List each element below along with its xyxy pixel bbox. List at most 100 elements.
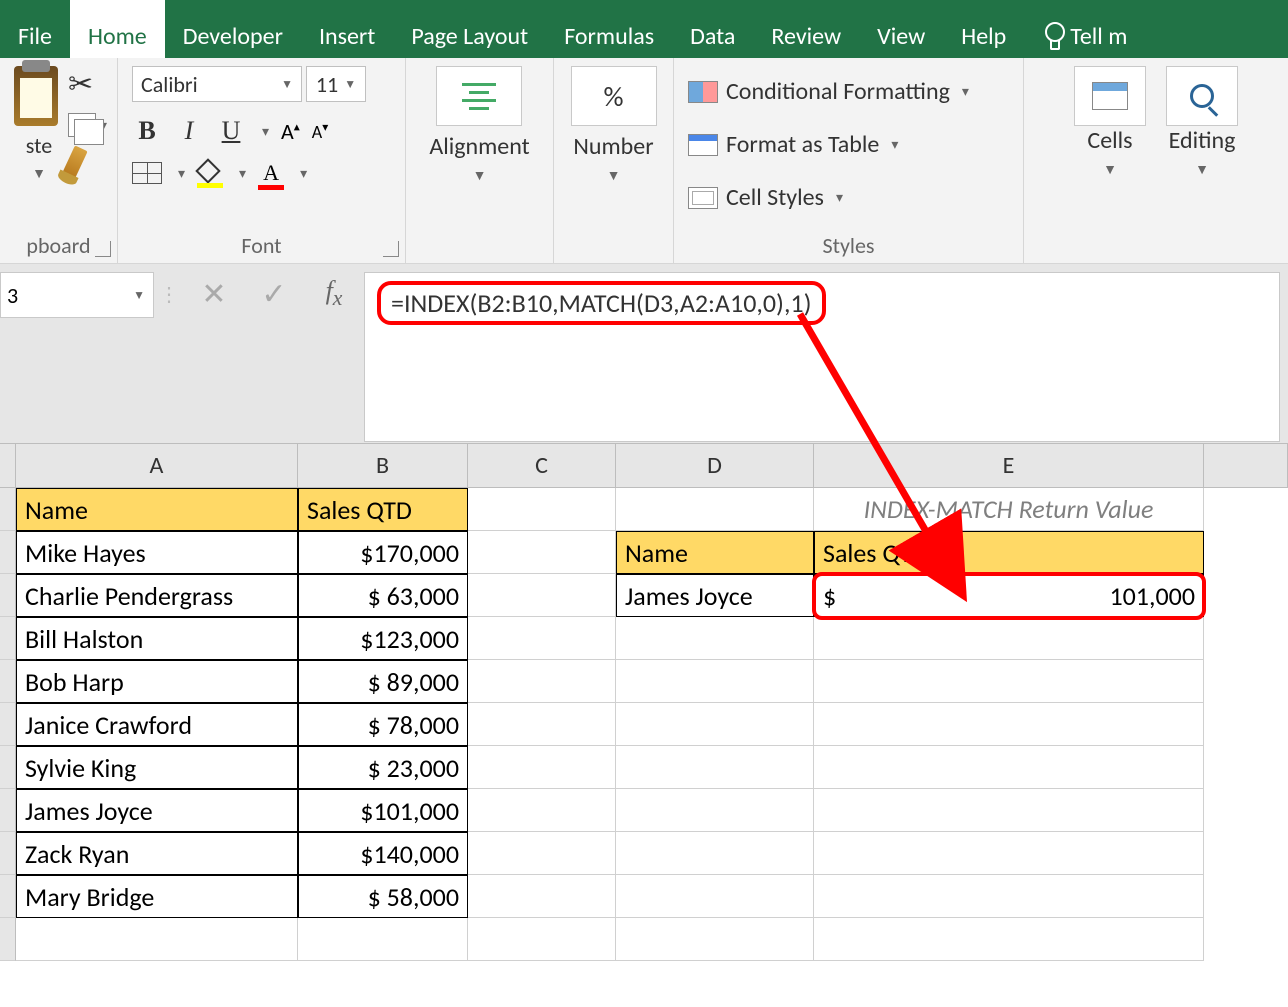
- group-number: % Number ▼: [554, 58, 674, 263]
- tab-formulas[interactable]: Formulas: [546, 0, 672, 58]
- cell-d2[interactable]: Name: [616, 531, 814, 574]
- cell-b2[interactable]: $170,000: [298, 531, 468, 574]
- worksheet-grid[interactable]: A B C D E Name Sales QTD INDEX-MATCH Ret…: [0, 444, 1288, 961]
- cell-c3[interactable]: [468, 574, 616, 617]
- formula-text: =INDEX(B2:B10,MATCH(D3,A2:A10,0),1): [377, 281, 826, 325]
- format-painter-icon[interactable]: [62, 145, 87, 178]
- cell-e2[interactable]: Sales QTD: [814, 531, 1204, 574]
- grid-body: Name Sales QTD INDEX-MATCH Return Value …: [0, 488, 1288, 961]
- cell-b9[interactable]: $140,000: [298, 832, 468, 875]
- editing-dropdown[interactable]: ▼: [1195, 161, 1209, 178]
- cell-e1[interactable]: INDEX-MATCH Return Value: [814, 488, 1204, 531]
- format-as-table-icon: [688, 134, 718, 156]
- cell-a6[interactable]: Janice Crawford: [16, 703, 298, 746]
- cell-b6[interactable]: $ 78,000: [298, 703, 468, 746]
- cells-button[interactable]: [1074, 66, 1146, 126]
- font-dialog-launcher[interactable]: [383, 241, 399, 257]
- tab-page-layout[interactable]: Page Layout: [393, 0, 546, 58]
- alignment-dropdown[interactable]: ▼: [473, 167, 487, 184]
- col-header-a[interactable]: A: [16, 444, 298, 487]
- cell-styles-button[interactable]: Cell Styles▾: [688, 176, 969, 219]
- cells-dropdown[interactable]: ▼: [1103, 161, 1117, 178]
- borders-button[interactable]: [132, 162, 162, 184]
- tab-view[interactable]: View: [859, 0, 943, 58]
- fx-button[interactable]: fx: [304, 264, 364, 324]
- select-all-corner[interactable]: [0, 444, 16, 487]
- alignment-label: Alignment: [429, 132, 529, 161]
- borders-dropdown[interactable]: ▾: [178, 165, 185, 182]
- tab-review[interactable]: Review: [753, 0, 859, 58]
- clipboard-dialog-launcher[interactable]: [95, 241, 111, 257]
- font-color-button[interactable]: A: [258, 160, 284, 186]
- font-name-combo[interactable]: Calibri▼: [132, 66, 302, 102]
- tab-help[interactable]: Help: [943, 0, 1024, 58]
- col-header-b[interactable]: B: [298, 444, 468, 487]
- paste-icon[interactable]: [14, 66, 58, 126]
- col-header-f[interactable]: [1204, 444, 1288, 487]
- cell-e3-value: 101,000: [1109, 580, 1195, 612]
- cell-b1[interactable]: Sales QTD: [298, 488, 468, 531]
- conditional-formatting-icon: [688, 81, 718, 103]
- paste-dropdown[interactable]: ▼: [32, 165, 46, 182]
- cell-a3[interactable]: Charlie Pendergrass: [16, 574, 298, 617]
- editing-label: Editing: [1169, 126, 1236, 155]
- cell-d3[interactable]: James Joyce: [616, 574, 814, 617]
- col-header-e[interactable]: E: [814, 444, 1204, 487]
- cell-e3[interactable]: $ 101,000: [814, 574, 1204, 617]
- cell-e3-currency: $: [823, 580, 836, 612]
- cell-a2[interactable]: Mike Hayes: [16, 531, 298, 574]
- font-color-dropdown[interactable]: ▾: [300, 165, 307, 182]
- cell-b3[interactable]: $ 63,000: [298, 574, 468, 617]
- col-header-d[interactable]: D: [616, 444, 814, 487]
- cancel-formula-button[interactable]: ✕: [184, 264, 244, 324]
- cell-b4[interactable]: $123,000: [298, 617, 468, 660]
- cell-a1[interactable]: Name: [16, 488, 298, 531]
- tab-file[interactable]: File: [0, 0, 70, 58]
- cells-label: Cells: [1087, 126, 1132, 155]
- group-styles: Conditional Formatting▾ Format as Table▾…: [674, 58, 1024, 263]
- cell-a5[interactable]: Bob Harp: [16, 660, 298, 703]
- cell-a7[interactable]: Sylvie King: [16, 746, 298, 789]
- italic-button[interactable]: I: [174, 116, 204, 146]
- cell-d1[interactable]: [616, 488, 814, 531]
- cell-a10[interactable]: Mary Bridge: [16, 875, 298, 918]
- cell-a9[interactable]: Zack Ryan: [16, 832, 298, 875]
- column-headers: A B C D E: [0, 444, 1288, 488]
- grow-font-button[interactable]: A▴: [281, 118, 300, 145]
- cell-a8[interactable]: James Joyce: [16, 789, 298, 832]
- paste-label[interactable]: ste: [26, 132, 52, 159]
- name-box[interactable]: 3▼: [0, 272, 154, 318]
- cell-a4[interactable]: Bill Halston: [16, 617, 298, 660]
- cell-b8[interactable]: $101,000: [298, 789, 468, 832]
- cell-b10[interactable]: $ 58,000: [298, 875, 468, 918]
- bold-button[interactable]: B: [132, 116, 162, 146]
- editing-button[interactable]: [1166, 66, 1238, 126]
- fill-color-dropdown[interactable]: ▾: [239, 165, 246, 182]
- cell-c2[interactable]: [468, 531, 616, 574]
- col-header-c[interactable]: C: [468, 444, 616, 487]
- tab-home[interactable]: Home: [70, 0, 165, 58]
- tab-insert[interactable]: Insert: [301, 0, 393, 58]
- cell-b7[interactable]: $ 23,000: [298, 746, 468, 789]
- cell-b5[interactable]: $ 89,000: [298, 660, 468, 703]
- underline-button[interactable]: U: [216, 116, 246, 146]
- fill-color-button[interactable]: [197, 162, 223, 184]
- enter-formula-button[interactable]: ✓: [244, 264, 304, 324]
- shrink-font-button[interactable]: A▾: [312, 120, 328, 143]
- conditional-formatting-button[interactable]: Conditional Formatting▾: [688, 70, 969, 113]
- tab-developer[interactable]: Developer: [165, 0, 301, 58]
- number-dropdown[interactable]: ▼: [607, 167, 621, 184]
- copy-icon[interactable]: [68, 113, 96, 137]
- number-format-button[interactable]: %: [571, 66, 657, 126]
- formula-bar[interactable]: =INDEX(B2:B10,MATCH(D3,A2:A10,0),1): [364, 272, 1280, 442]
- cut-icon[interactable]: ✂: [68, 66, 107, 103]
- tell-me-search[interactable]: Tell m: [1024, 0, 1145, 58]
- alignment-button[interactable]: [436, 66, 522, 126]
- font-size-combo[interactable]: 11▼: [306, 66, 366, 102]
- cell-c1[interactable]: [468, 488, 616, 531]
- underline-dropdown[interactable]: ▾: [262, 123, 269, 140]
- format-as-table-button[interactable]: Format as Table▾: [688, 123, 969, 166]
- clipboard-group-label: pboard: [14, 230, 103, 259]
- tab-data[interactable]: Data: [672, 0, 753, 58]
- tell-me-label: Tell m: [1070, 22, 1127, 51]
